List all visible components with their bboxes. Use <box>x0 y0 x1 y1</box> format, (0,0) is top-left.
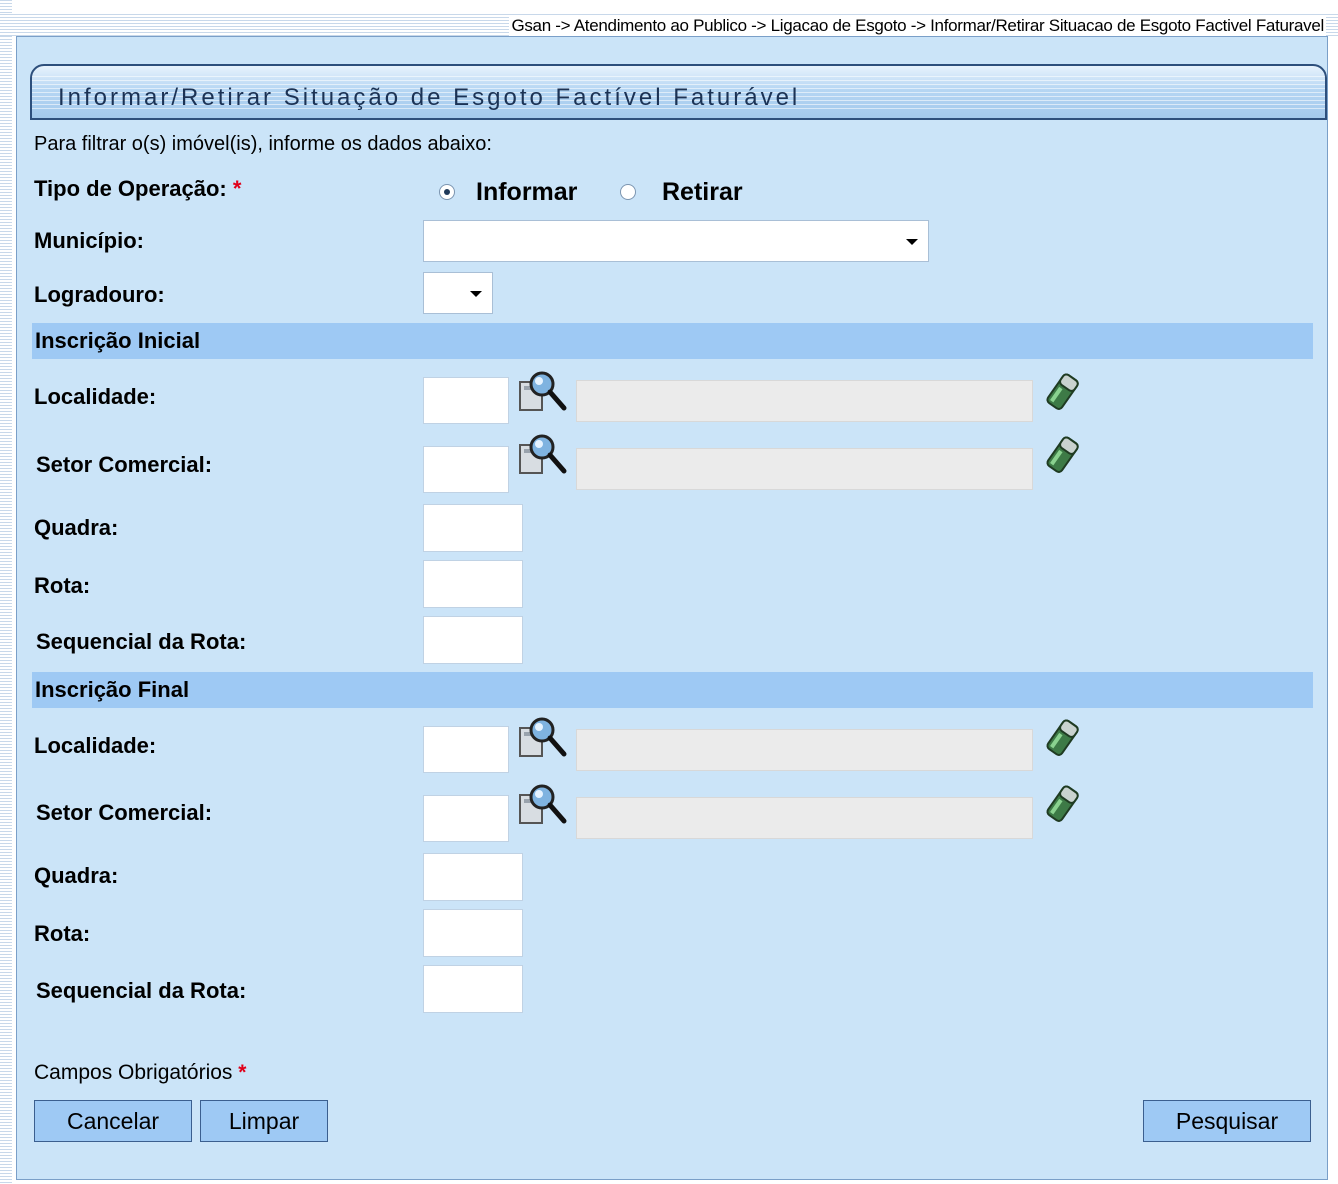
inicial-localidade-label: Localidade: <box>34 384 157 409</box>
final-setor-search-icon[interactable] <box>518 783 570 827</box>
radio-informar[interactable] <box>439 184 455 200</box>
page-title: Informar/Retirar Situação de Esgoto Fact… <box>58 84 801 111</box>
required-mark: * <box>238 1061 247 1084</box>
cancel-button[interactable]: Cancelar <box>34 1100 192 1142</box>
final-localidade-description <box>576 729 1033 771</box>
inicial-setor-description <box>576 448 1033 490</box>
radio-retirar-label[interactable]: Retirar <box>662 178 743 207</box>
final-quadra-input[interactable] <box>423 853 523 901</box>
intro-text: Para filtrar o(s) imóvel(is), informe os… <box>34 133 492 155</box>
inicial-rota-label: Rota: <box>34 573 91 598</box>
inicial-sequencial-label: Sequencial da Rota: <box>36 629 247 654</box>
required-mark: * <box>232 176 242 201</box>
section-inscricao-inicial: Inscrição Inicial <box>32 323 1313 359</box>
breadcrumb: Gsan -> Atendimento ao Publico -> Ligaca… <box>509 16 1326 36</box>
inicial-localidade-search-icon[interactable] <box>518 370 570 414</box>
inicial-quadra-label: Quadra: <box>34 515 119 540</box>
final-quadra-label: Quadra: <box>34 863 119 888</box>
inicial-setor-search-icon[interactable] <box>518 433 570 477</box>
municipio-select[interactable] <box>423 220 929 262</box>
inicial-setor-clear-eraser-icon[interactable] <box>1043 435 1083 475</box>
final-localidade-search-icon[interactable] <box>518 716 570 760</box>
section-inscricao-final: Inscrição Final <box>32 672 1313 708</box>
final-setor-code-input[interactable] <box>423 795 509 842</box>
final-localidade-code-input[interactable] <box>423 726 509 773</box>
final-sequencial-label: Sequencial da Rota: <box>36 978 247 1003</box>
inicial-quadra-input[interactable] <box>423 504 523 552</box>
form-panel <box>16 36 1328 1180</box>
radio-retirar[interactable] <box>620 184 636 200</box>
clear-button[interactable]: Limpar <box>200 1100 328 1142</box>
municipio-label: Município: <box>34 228 144 253</box>
radio-informar-label[interactable]: Informar <box>476 178 577 207</box>
inicial-localidade-code-input[interactable] <box>423 377 509 424</box>
inicial-sequencial-input[interactable] <box>423 616 523 664</box>
search-button[interactable]: Pesquisar <box>1143 1100 1311 1142</box>
final-setor-clear-eraser-icon[interactable] <box>1043 784 1083 824</box>
final-sequencial-input[interactable] <box>423 965 523 1013</box>
inicial-setor-code-input[interactable] <box>423 446 509 493</box>
final-localidade-label: Localidade: <box>34 733 157 758</box>
tipo-operacao-label: Tipo de Operação: * <box>34 176 241 202</box>
required-fields-note: Campos Obrigatórios * <box>34 1061 246 1085</box>
final-localidade-clear-eraser-icon[interactable] <box>1043 718 1083 758</box>
logradouro-label: Logradouro: <box>34 282 165 307</box>
logradouro-select[interactable] <box>423 272 493 314</box>
inicial-rota-input[interactable] <box>423 560 523 608</box>
left-decorative-stripe <box>0 0 12 1184</box>
inicial-setor-label: Setor Comercial: <box>36 452 213 477</box>
final-setor-description <box>576 797 1033 839</box>
chevron-down-icon <box>470 291 482 297</box>
page-title-bar: Informar/Retirar Situação de Esgoto Fact… <box>30 64 1327 120</box>
final-setor-label: Setor Comercial: <box>36 800 213 825</box>
final-rota-label: Rota: <box>34 921 91 946</box>
final-rota-input[interactable] <box>423 909 523 957</box>
chevron-down-icon <box>906 239 918 245</box>
tipo-operacao-label-text: Tipo de Operação: <box>34 176 227 201</box>
required-fields-note-text: Campos Obrigatórios <box>34 1061 233 1084</box>
inicial-localidade-description <box>576 380 1033 422</box>
inicial-localidade-clear-eraser-icon[interactable] <box>1043 372 1083 412</box>
